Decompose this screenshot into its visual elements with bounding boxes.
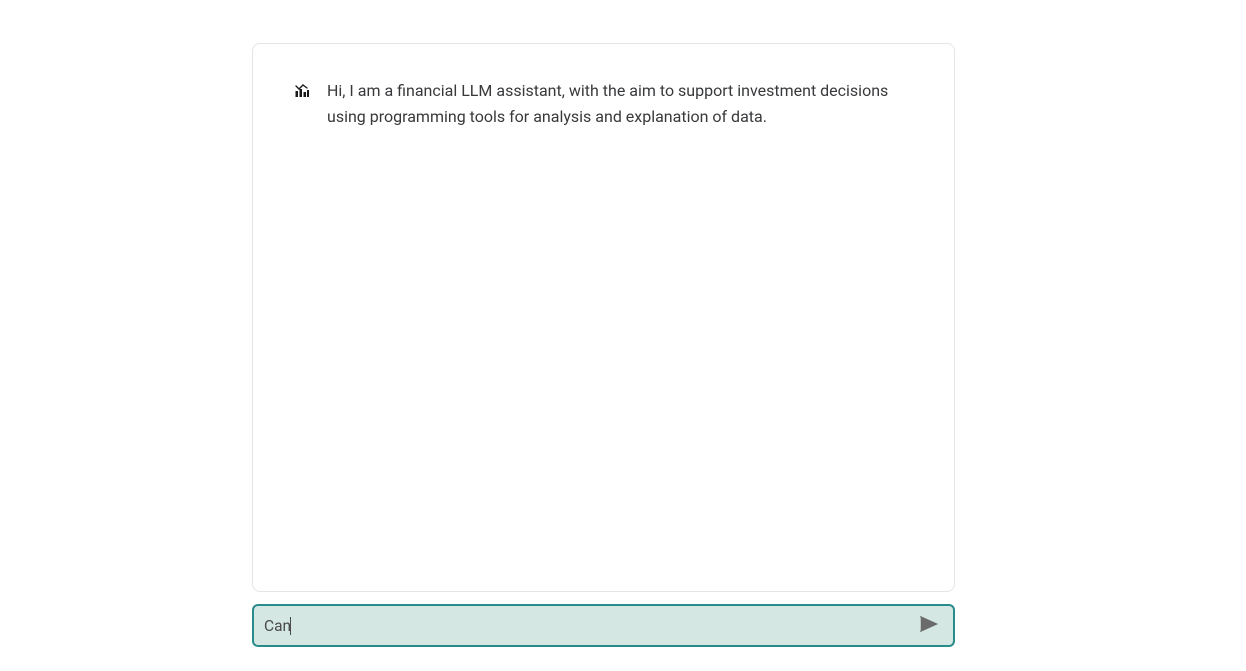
send-button[interactable] — [915, 612, 943, 640]
chat-message-area: Hi, I am a financial LLM assistant, with… — [252, 43, 955, 592]
send-icon — [918, 613, 940, 638]
chat-input-value: Can — [264, 617, 291, 635]
text-cursor — [290, 617, 291, 635]
assistant-message-row: Hi, I am a financial LLM assistant, with… — [253, 44, 954, 129]
chat-input-bar: Can — [252, 604, 955, 647]
bar-chart-icon — [293, 82, 311, 100]
assistant-message-text: Hi, I am a financial LLM assistant, with… — [327, 78, 914, 129]
chat-input[interactable]: Can — [264, 617, 915, 635]
